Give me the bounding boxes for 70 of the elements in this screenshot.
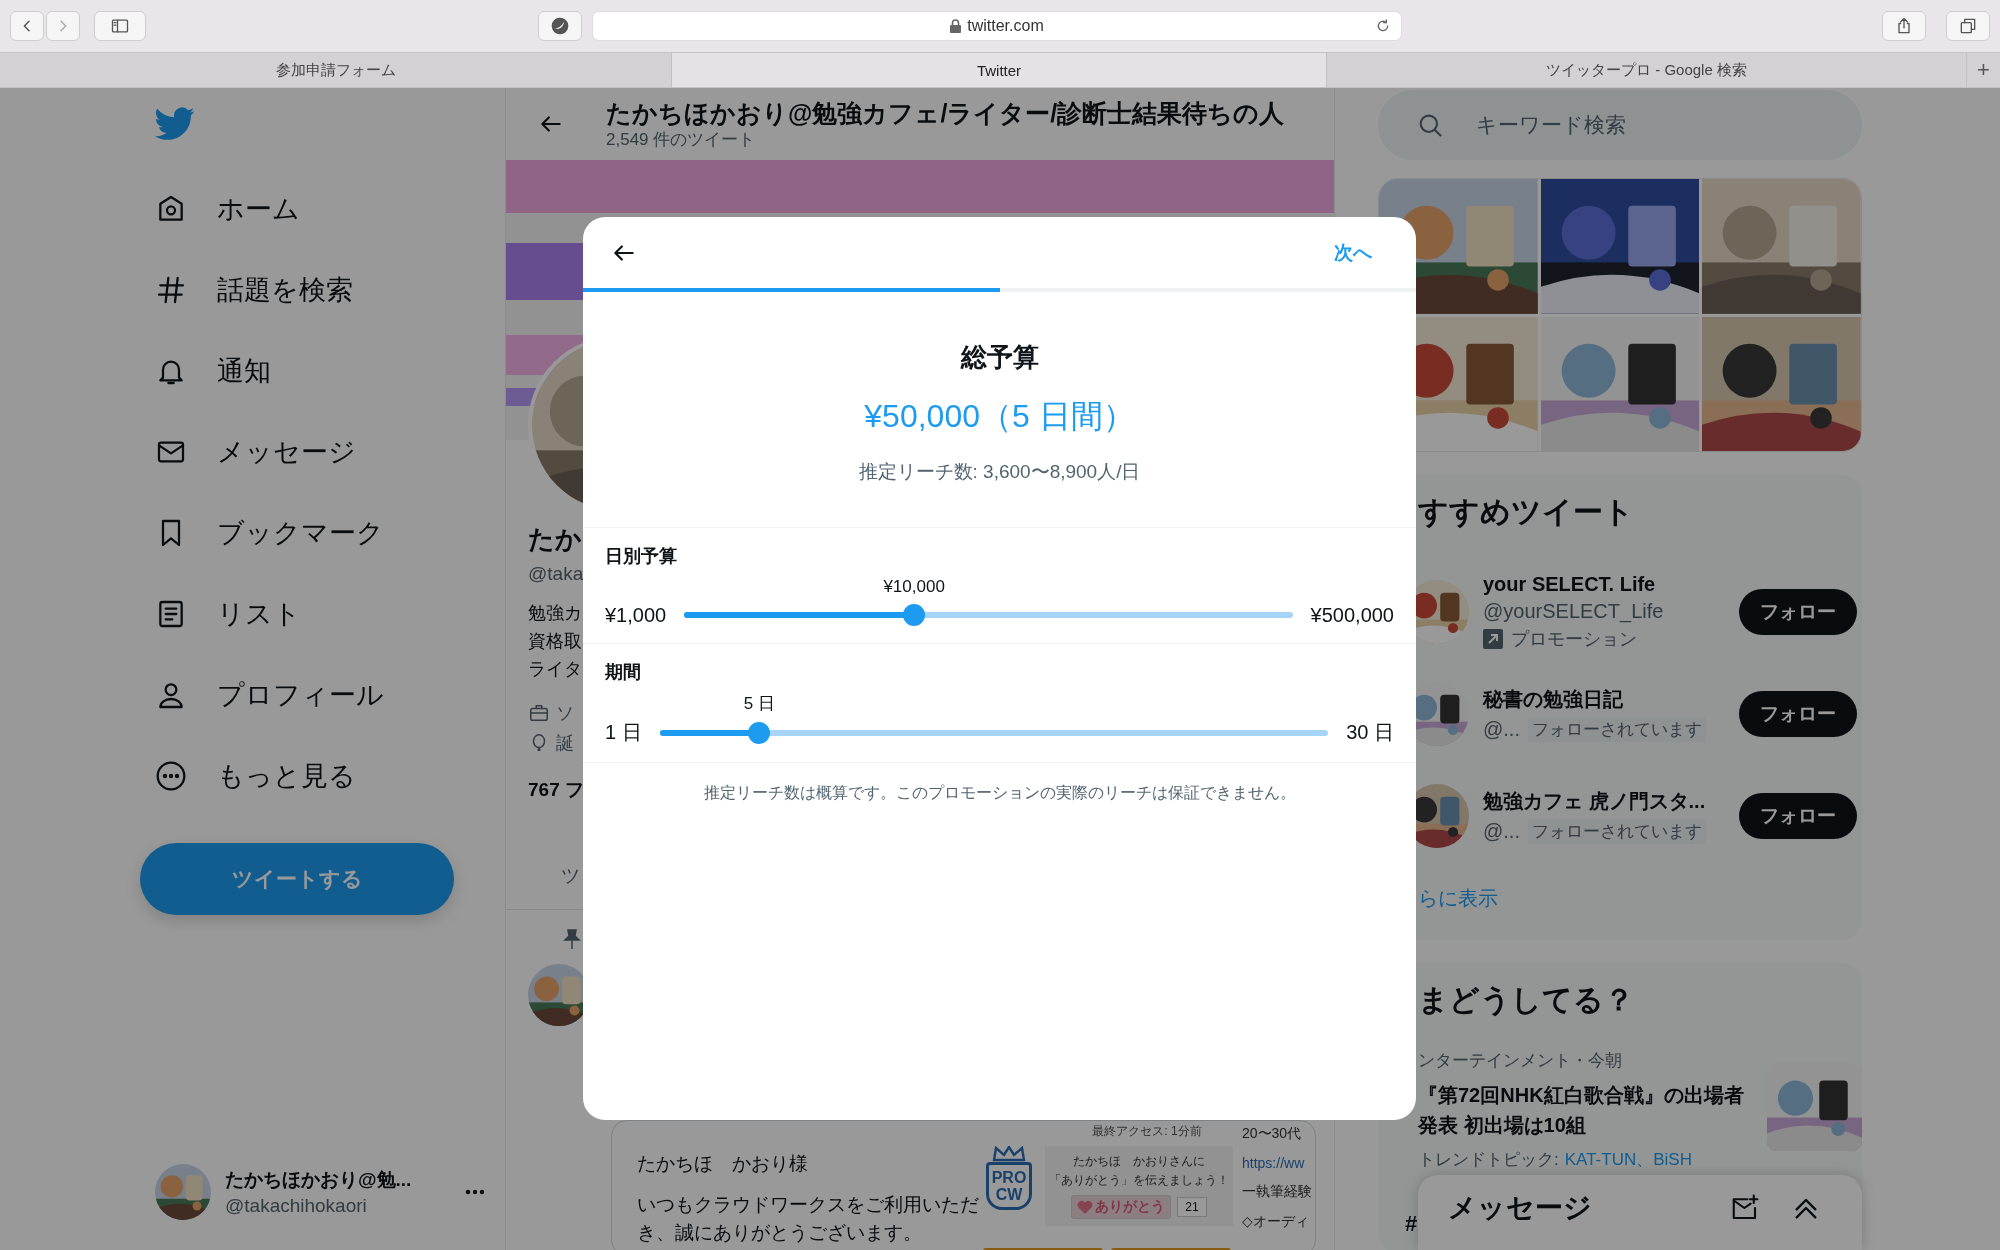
profile-title: たかちほかおり@勉強カフェ/ライター/診断士結果待ちの人 bbox=[606, 97, 1285, 128]
follows-you-label: フォローされています bbox=[1528, 717, 1706, 742]
profile-tab[interactable]: ツ bbox=[561, 863, 580, 889]
slider-max: ¥500,000 bbox=[1310, 603, 1394, 627]
profile-detail: 誕 bbox=[556, 732, 574, 755]
last-access: 最終アクセス: 1分前 bbox=[1092, 1123, 1202, 1140]
account-name: 勉強カフェ 虎ノ門スタ... bbox=[1483, 789, 1706, 814]
search-input[interactable]: キーワード検索 bbox=[1474, 112, 1838, 138]
nav-item[interactable]: もっと見る bbox=[140, 735, 376, 816]
trend-item[interactable]: ンターテインメント・今朝 『第72回NHK紅白歌合戦』の出場者発表 初出場は10組 トレンドトピック: KAT-TUN、BiSH bbox=[1378, 1049, 1862, 1171]
url-text: twitter.com bbox=[967, 17, 1044, 35]
profile-text: 一執筆経験 bbox=[1242, 1183, 1313, 1201]
badge-text: CW bbox=[995, 1186, 1023, 1203]
badge-text: PRO bbox=[991, 1169, 1027, 1186]
slider-label: 日別予算 bbox=[605, 545, 677, 568]
promoted-label: プロモーション bbox=[1511, 628, 1637, 651]
trend-context: ンターテインメント・今朝 bbox=[1418, 1050, 1622, 1072]
following-count: 767 フ bbox=[528, 778, 584, 802]
account-name: たかちほかおり@勉... bbox=[225, 1168, 413, 1192]
nav-item[interactable]: メッセージ bbox=[140, 411, 376, 492]
nav-item[interactable]: リスト bbox=[140, 573, 321, 654]
follows-you-label: フォローされています bbox=[1528, 819, 1706, 844]
account-handle: @takachihokaori bbox=[225, 1195, 368, 1217]
follow-button[interactable]: フォロー bbox=[1739, 691, 1857, 737]
account-switcher[interactable]: たかちほかおり@勉... @takachihokaori bbox=[140, 1164, 485, 1220]
profile-text: ◇オーディ bbox=[1242, 1213, 1310, 1231]
thanks-count: 21 bbox=[1177, 1197, 1207, 1217]
disclaimer-text: 推定リーチ数は概算です。このプロモーションの実際のリーチは保証できません。 bbox=[703, 783, 1296, 803]
account-handle: @yourSELECT_Life bbox=[1483, 600, 1665, 623]
card-heading: まどうしてる？ bbox=[1417, 981, 1634, 1018]
nav-item[interactable]: 通知 bbox=[140, 330, 291, 411]
browser-tab[interactable]: Twitter bbox=[672, 53, 1327, 87]
letter-body: いつもクラウドワークスをご利用いただき、誠にありがとうございます。 bbox=[637, 1193, 980, 1245]
profile-detail: ソ bbox=[556, 702, 574, 725]
estimated-reach: 推定リーチ数: 3,600〜8,900人/日 bbox=[858, 460, 1141, 484]
nav-item[interactable]: プロフィール bbox=[140, 654, 404, 735]
profile-link[interactable]: https://ww bbox=[1242, 1155, 1315, 1171]
tweet-count: 2,549 件のツイート bbox=[606, 128, 757, 151]
nav-item[interactable]: ホーム bbox=[140, 168, 320, 249]
messages-drawer[interactable]: メッセージ bbox=[1418, 1175, 1862, 1250]
slider-min: 1 日 bbox=[605, 720, 642, 745]
account-name: your SELECT. Life bbox=[1483, 573, 1656, 596]
slider-value: 5 日 bbox=[743, 692, 775, 715]
thanks-text: 「ありがとう」を伝えましょう！ bbox=[1049, 1172, 1229, 1189]
trend-headline: 『第72回NHK紅白歌合戦』の出場者発表 初出場は10組 bbox=[1418, 1083, 1745, 1138]
card-heading: すすめツイート bbox=[1417, 493, 1634, 530]
letter-greeting: たかちほ かおり様 bbox=[637, 1152, 809, 1176]
trend-topics-label: トレンドトピック: bbox=[1418, 1149, 1559, 1171]
thanks-text: たかちほ かおりさんに bbox=[1073, 1153, 1205, 1170]
slider-label: 期間 bbox=[605, 661, 641, 684]
slider-max: 30 日 bbox=[1346, 720, 1394, 745]
browser-tab[interactable]: ツイッタープロ - Google 検索 bbox=[1327, 53, 1967, 87]
profile-handle: @taka bbox=[528, 563, 584, 585]
search-field[interactable]: キーワード検索 bbox=[1378, 90, 1862, 160]
profile-bio: 勉強カ 資格取 ライタ bbox=[528, 602, 582, 681]
profile-name: たか bbox=[528, 523, 582, 556]
account-name: 秘書の勉強日記 bbox=[1483, 687, 1623, 712]
drawer-title: メッセージ bbox=[1448, 1190, 1593, 1225]
new-tab-button[interactable]: + bbox=[1967, 53, 2000, 87]
slider-min: ¥1,000 bbox=[605, 603, 667, 627]
follow-button[interactable]: フォロー bbox=[1739, 793, 1857, 839]
account-handle: @... bbox=[1483, 820, 1520, 843]
nav-item[interactable]: ブックマーク bbox=[140, 492, 404, 573]
trend-hashtag: # bbox=[1404, 1211, 1418, 1237]
profile-text: 20〜30代 bbox=[1242, 1125, 1303, 1143]
nav-item[interactable]: 話題を検索 bbox=[140, 249, 373, 330]
slider-value: ¥10,000 bbox=[883, 577, 945, 597]
address-bar[interactable]: twitter.com bbox=[592, 11, 1402, 41]
account-handle: @... bbox=[1483, 718, 1520, 741]
follow-button[interactable]: フォロー bbox=[1739, 589, 1857, 635]
